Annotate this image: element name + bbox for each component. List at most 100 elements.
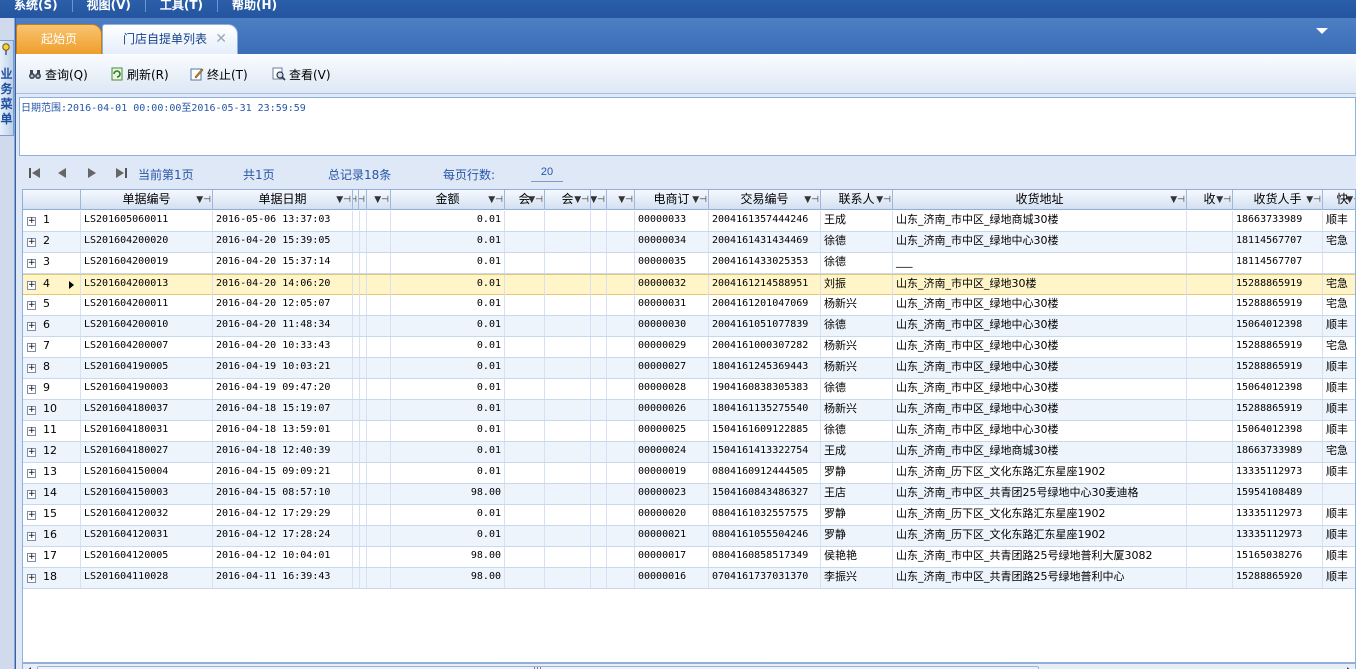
column-header[interactable]: 收 ▼⊣ <box>1187 190 1233 210</box>
expand-icon[interactable]: + <box>27 259 36 268</box>
expand-icon[interactable]: + <box>27 532 36 541</box>
expand-icon[interactable]: + <box>27 322 36 331</box>
table-cell-amt: 98.00 <box>391 484 505 504</box>
filter-icon[interactable]: ▼⊣ <box>591 195 605 205</box>
expand-icon[interactable]: + <box>27 301 36 310</box>
expand-icon[interactable]: + <box>27 406 36 415</box>
date-range-box[interactable]: 日期范围:2016-04-01 00:00:00至2016-05-31 23:5… <box>19 97 1356 156</box>
expand-icon[interactable]: + <box>27 469 36 478</box>
last-page-icon[interactable] <box>115 168 127 178</box>
expand-icon[interactable]: + <box>27 238 36 247</box>
filter-icon[interactable]: ▼⊣ <box>353 195 357 205</box>
table-row[interactable]: +1 LS201605060011 2016-05-06 13:37:03 0.01 0… <box>23 211 1355 232</box>
table-cell-amt: 0.01 <box>391 295 505 315</box>
table-row[interactable]: +3 LS201604200019 2016-04-20 15:37:14 0.01 0… <box>23 253 1355 274</box>
chevron-down-icon[interactable] <box>1316 28 1328 34</box>
table-row[interactable]: +7 LS201604200007 2016-04-20 10:33:43 0.01 0… <box>23 337 1355 358</box>
column-header[interactable]: 金额 ▼⊣ <box>391 190 505 210</box>
expand-icon[interactable]: + <box>27 553 36 562</box>
tab-home[interactable]: 起始页 <box>16 24 102 54</box>
table-row[interactable]: +16 LS201604120031 2016-04-12 17:28:24 0.01… <box>23 526 1355 547</box>
table-row[interactable]: +10 LS201604180037 2016-04-18 15:19:07 0.01… <box>23 400 1355 421</box>
column-header[interactable]: 收货地址 ▼⊣ <box>893 190 1187 210</box>
table-cell-empty <box>591 337 607 357</box>
first-page-icon[interactable] <box>29 168 41 178</box>
filter-icon[interactable]: ▼⊣ <box>876 195 891 205</box>
expand-icon[interactable]: + <box>27 385 36 394</box>
table-cell-empty <box>545 400 591 420</box>
menu-view[interactable]: 视图(V) <box>73 0 146 12</box>
column-header[interactable]: 交易编号 ▼⊣ <box>709 190 821 210</box>
table-row[interactable]: +12 LS201604180027 2016-04-18 12:40:39 0.01… <box>23 442 1355 463</box>
filter-icon[interactable]: ▼⊣ <box>528 195 543 205</box>
close-icon[interactable]: ✕ <box>215 25 227 53</box>
filter-icon[interactable]: ▼⊣ <box>359 195 365 205</box>
filter-icon[interactable]: ▼⊣ <box>618 195 633 205</box>
column-header[interactable]: 电商订 ▼⊣ <box>635 190 709 210</box>
expand-icon[interactable]: + <box>27 217 36 226</box>
refresh-button[interactable]: 刷新(R) <box>110 66 169 82</box>
filter-icon[interactable]: ▼⊣ <box>692 195 707 205</box>
table-row[interactable]: +18 LS201604110028 2016-04-11 16:39:43 98.0… <box>23 568 1355 589</box>
query-button[interactable]: 查询(Q) <box>28 66 88 82</box>
column-header-collapsed[interactable]: ▼⊣ <box>607 190 635 210</box>
filter-icon[interactable]: ▼⊣ <box>336 195 351 205</box>
horizontal-scrollbar[interactable]: ||| <box>22 663 1356 669</box>
expand-icon[interactable]: + <box>27 490 36 499</box>
table-row[interactable]: +5 LS201604200011 2016-04-20 12:05:07 0.01 0… <box>23 295 1355 316</box>
table-cell-empty <box>545 232 591 252</box>
expand-icon[interactable]: + <box>27 281 36 290</box>
prev-page-icon[interactable] <box>56 168 68 178</box>
rows-per-page-input[interactable] <box>531 162 563 182</box>
table-row[interactable]: +2 LS201604200020 2016-04-20 15:39:05 0.01 0… <box>23 232 1355 253</box>
tab-pickup-list[interactable]: 门店自提单列表 ✕ <box>102 24 238 54</box>
menu-help[interactable]: 帮助(H) <box>218 0 291 12</box>
view-button[interactable]: 查看(V) <box>272 66 331 82</box>
column-header[interactable]: 会 ▼⊣ <box>505 190 545 210</box>
filter-icon[interactable]: ▼⊣ <box>196 195 211 205</box>
filter-icon[interactable]: ▼⊣ <box>1170 195 1185 205</box>
column-header-collapsed[interactable]: ▼⊣ <box>367 190 391 210</box>
business-menu-tab[interactable]: 业务菜单 <box>0 40 14 136</box>
table-row[interactable]: +4 LS201604200013 2016-04-20 14:06:20 0.01 0… <box>23 274 1355 295</box>
column-header[interactable]: 会 ▼⊣ <box>545 190 591 210</box>
column-header-collapsed[interactable]: ▼⊣ <box>359 190 367 210</box>
table-row[interactable]: +8 LS201604190005 2016-04-19 10:03:21 0.01 0… <box>23 358 1355 379</box>
table-row[interactable]: +17 LS201604120005 2016-04-12 10:04:01 98.0… <box>23 547 1355 568</box>
table-cell-phone: 18663733989 <box>1233 442 1323 462</box>
column-header-collapsed[interactable]: ▼⊣ <box>591 190 607 210</box>
filter-icon[interactable]: ▼⊣ <box>1346 195 1355 205</box>
terminate-button[interactable]: 终止(T) <box>190 66 248 82</box>
table-cell-order: 00000024 <box>635 442 709 462</box>
filter-icon[interactable]: ▼⊣ <box>1306 195 1321 205</box>
filter-icon[interactable]: ▼⊣ <box>488 195 503 205</box>
filter-icon[interactable]: ▼⊣ <box>804 195 819 205</box>
menu-system[interactable]: 系统(S) <box>0 0 73 12</box>
expand-icon[interactable]: + <box>27 427 36 436</box>
expand-icon[interactable]: + <box>27 511 36 520</box>
filter-icon[interactable]: ▼⊣ <box>1216 195 1231 205</box>
column-header[interactable]: 收货人手 ▼⊣ <box>1233 190 1323 210</box>
expand-icon[interactable]: + <box>27 364 36 373</box>
next-page-icon[interactable] <box>86 168 98 178</box>
column-header[interactable]: 单据日期 ▼⊣ <box>213 190 353 210</box>
expand-icon[interactable]: + <box>27 574 36 583</box>
column-header[interactable]: 单据编号 ▼⊣ <box>81 190 213 210</box>
expand-icon[interactable]: + <box>27 448 36 457</box>
table-cell-phone: 15288865919 <box>1233 337 1323 357</box>
table-cell-empty <box>591 463 607 483</box>
filter-icon[interactable]: ▼⊣ <box>374 195 389 205</box>
column-header[interactable]: 联系人 ▼⊣ <box>821 190 893 210</box>
table-row[interactable]: +13 LS201604150004 2016-04-15 09:09:21 0.01… <box>23 463 1355 484</box>
table-row[interactable]: +6 LS201604200010 2016-04-20 11:48:34 0.01 0… <box>23 316 1355 337</box>
table-row[interactable]: +11 LS201604180031 2016-04-18 13:59:01 0.01… <box>23 421 1355 442</box>
table-row[interactable]: +9 LS201604190003 2016-04-19 09:47:20 0.01 0… <box>23 379 1355 400</box>
pin-icon[interactable] <box>1 43 11 55</box>
expand-icon[interactable]: + <box>27 343 36 352</box>
table-row[interactable]: +15 LS201604120032 2016-04-12 17:29:29 0.01… <box>23 505 1355 526</box>
table-cell-empty <box>591 232 607 252</box>
column-header[interactable]: 快▼⊣ <box>1323 190 1355 210</box>
table-row[interactable]: +14 LS201604150003 2016-04-15 08:57:10 98.0… <box>23 484 1355 505</box>
filter-icon[interactable]: ▼⊣ <box>574 195 589 205</box>
menu-tools[interactable]: 工具(T) <box>146 0 219 12</box>
